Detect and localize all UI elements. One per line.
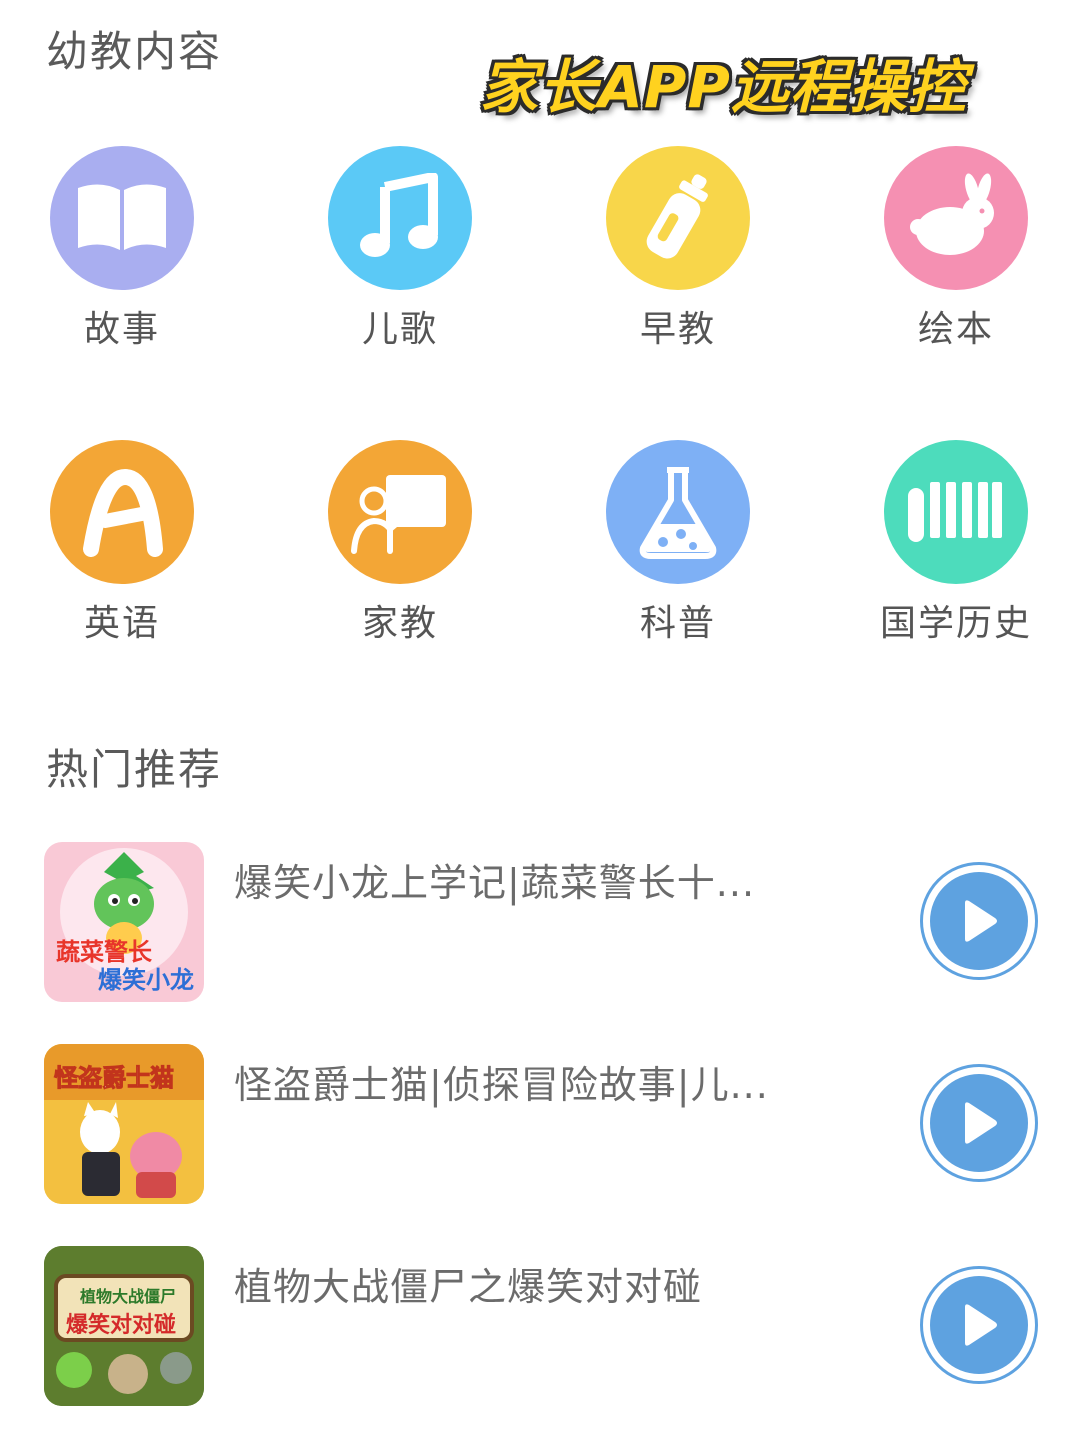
category-science[interactable]: 科普 [558, 440, 798, 646]
recommendation-item[interactable]: 怪盗爵士猫 怪盗爵士猫|侦探冒险故事|儿... [44, 1044, 1044, 1206]
recommendation-title[interactable]: 爆笑小龙上学记|蔬菜警长十... [234, 852, 755, 907]
thumb-caption: 蔬菜警长 [56, 938, 153, 966]
play-icon [965, 1102, 997, 1144]
recommendation-item[interactable]: 蔬菜警长 爆笑小龙 爆笑小龙上学记|蔬菜警长十... [44, 842, 1044, 1004]
teacher-board-icon [328, 440, 472, 584]
category-label: 早教 [639, 309, 716, 350]
scroll-icon [884, 440, 1028, 584]
jazz-cat-thumbnail-icon[interactable]: 怪盗爵士猫 [44, 1044, 204, 1204]
category-label: 科普 [639, 603, 716, 644]
recommendation-title[interactable]: 植物大战僵尸之爆笑对对碰 [234, 1256, 702, 1311]
thumb-caption: 爆笑对对碰 [66, 1312, 176, 1338]
category-label: 绘本 [917, 309, 994, 350]
category-chinese-history[interactable]: 国学历史 [836, 440, 1076, 646]
section-title-edu-content: 幼教内容 [46, 27, 223, 76]
play-icon [965, 900, 997, 942]
category-story[interactable]: 故事 [2, 146, 242, 352]
thumb-caption: 植物大战僵尸 [79, 1287, 176, 1306]
category-label: 儿歌 [361, 309, 438, 350]
category-label: 英语 [83, 603, 160, 644]
dragon-thumbnail-icon[interactable]: 蔬菜警长 爆笑小龙 [44, 842, 204, 1002]
category-songs[interactable]: 儿歌 [280, 146, 520, 352]
thumb-caption: 怪盗爵士猫 [54, 1064, 174, 1092]
play-button[interactable] [920, 1266, 1038, 1384]
category-label: 家教 [361, 603, 438, 644]
thumb-caption: 爆笑小龙 [98, 966, 194, 994]
banner-remote-control: 家长APP远程操控 [480, 53, 967, 121]
play-button[interactable] [920, 862, 1038, 980]
pvz-thumbnail-icon[interactable]: 植物大战僵尸 爆笑对对碰 [44, 1246, 204, 1406]
category-english[interactable]: 英语 [2, 440, 242, 646]
category-label: 故事 [83, 309, 160, 350]
rabbit-icon [884, 146, 1028, 290]
play-icon [965, 1304, 997, 1346]
recommendation-title[interactable]: 怪盗爵士猫|侦探冒险故事|儿... [234, 1054, 769, 1109]
book-icon [50, 146, 194, 290]
category-picture-book[interactable]: 绘本 [836, 146, 1076, 352]
section-title-hot-picks: 热门推荐 [46, 745, 223, 794]
category-tutoring[interactable]: 家教 [280, 440, 520, 646]
category-label: 国学历史 [879, 603, 1032, 644]
baby-bottle-icon [606, 146, 750, 290]
category-early-edu[interactable]: 早教 [558, 146, 798, 352]
letter-a-icon [50, 440, 194, 584]
recommendation-item[interactable]: 植物大战僵尸 爆笑对对碰 植物大战僵尸之爆笑对对碰 [44, 1246, 1044, 1408]
music-note-icon [328, 146, 472, 290]
flask-icon [606, 440, 750, 584]
play-button[interactable] [920, 1064, 1038, 1182]
